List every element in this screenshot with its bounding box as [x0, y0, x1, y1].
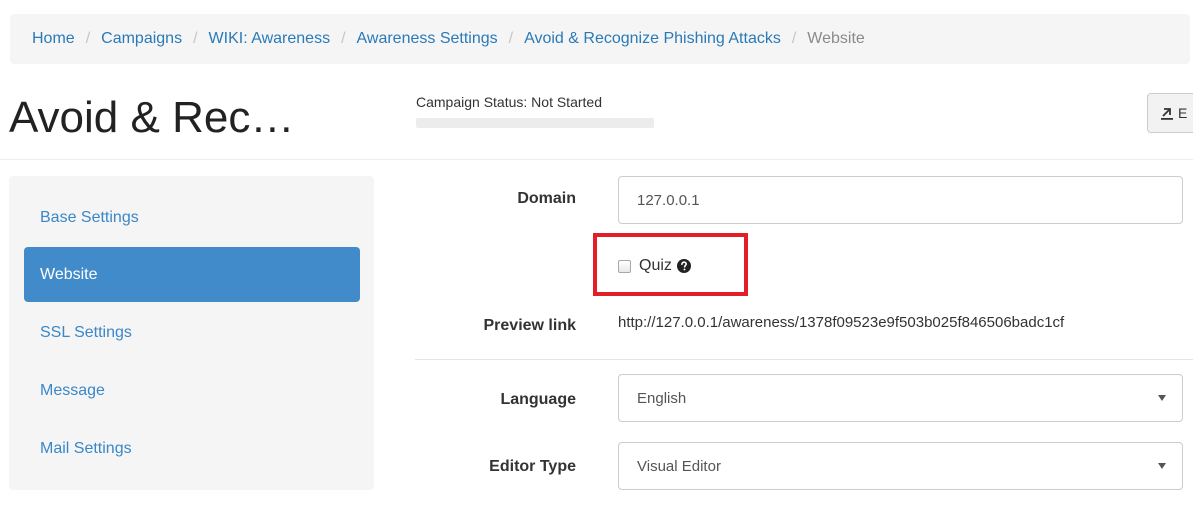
sidebar-item-mail-settings[interactable]: Mail Settings [24, 421, 360, 476]
campaign-progress-bar [416, 118, 654, 128]
breadcrumb-home[interactable]: Home [32, 30, 75, 48]
domain-input[interactable] [618, 176, 1183, 224]
export-icon [1161, 108, 1173, 120]
domain-label: Domain [517, 190, 576, 207]
settings-sidebar: Base Settings Website SSL Settings Messa… [9, 176, 374, 490]
chevron-down-icon [1158, 395, 1166, 401]
language-select[interactable]: English [618, 374, 1183, 422]
sidebar-item-label: Website [40, 265, 98, 283]
preview-link[interactable]: http://127.0.0.1/awareness/1378f09523e9f… [618, 314, 1188, 331]
sidebar-item-message[interactable]: Message [24, 363, 360, 418]
breadcrumb-wiki-awareness[interactable]: WIKI: Awareness [209, 30, 331, 48]
export-button[interactable]: E [1147, 93, 1193, 133]
sidebar-item-base-settings[interactable]: Base Settings [24, 190, 360, 245]
sidebar-item-label: Mail Settings [40, 439, 132, 457]
quiz-checkbox[interactable] [618, 259, 631, 273]
breadcrumb-separator: / [508, 30, 514, 47]
quiz-option: Quiz [618, 257, 691, 275]
sidebar-item-ssl-settings[interactable]: SSL Settings [24, 305, 360, 360]
breadcrumb-avoid-recognize[interactable]: Avoid & Recognize Phishing Attacks [524, 30, 781, 48]
page-title: Avoid & Rec… [9, 93, 295, 142]
sidebar-item-website[interactable]: Website [24, 247, 360, 302]
title-divider [0, 159, 1193, 160]
campaign-status-label: Campaign Status: Not Started [416, 94, 602, 110]
page: Home / Campaigns / WIKI: Awareness / Awa… [0, 0, 1193, 505]
sidebar-item-label: SSL Settings [40, 323, 132, 341]
export-button-label: E [1178, 105, 1188, 121]
preview-link-label: Preview link [483, 317, 577, 334]
breadcrumb: Home / Campaigns / WIKI: Awareness / Awa… [10, 14, 1190, 64]
breadcrumb-separator: / [193, 30, 198, 47]
editor-type-selected-value: Visual Editor [637, 457, 721, 475]
breadcrumb-separator: / [341, 30, 346, 47]
breadcrumb-separator: / [791, 30, 797, 47]
form-divider [415, 359, 1193, 360]
breadcrumb-current: Website [807, 30, 865, 47]
language-label: Language [500, 391, 576, 408]
breadcrumb-campaigns[interactable]: Campaigns [101, 30, 182, 48]
editor-type-label: Editor Type [489, 458, 576, 475]
language-selected-value: English [637, 389, 687, 407]
chevron-down-icon [1158, 463, 1166, 469]
sidebar-item-label: Base Settings [40, 208, 139, 226]
editor-type-select[interactable]: Visual Editor [618, 442, 1183, 490]
question-circle-icon[interactable] [676, 259, 691, 273]
breadcrumb-separator: / [85, 30, 91, 47]
quiz-label: Quiz [639, 257, 672, 274]
sidebar-item-label: Message [40, 381, 105, 399]
breadcrumb-awareness-settings[interactable]: Awareness Settings [357, 30, 498, 48]
